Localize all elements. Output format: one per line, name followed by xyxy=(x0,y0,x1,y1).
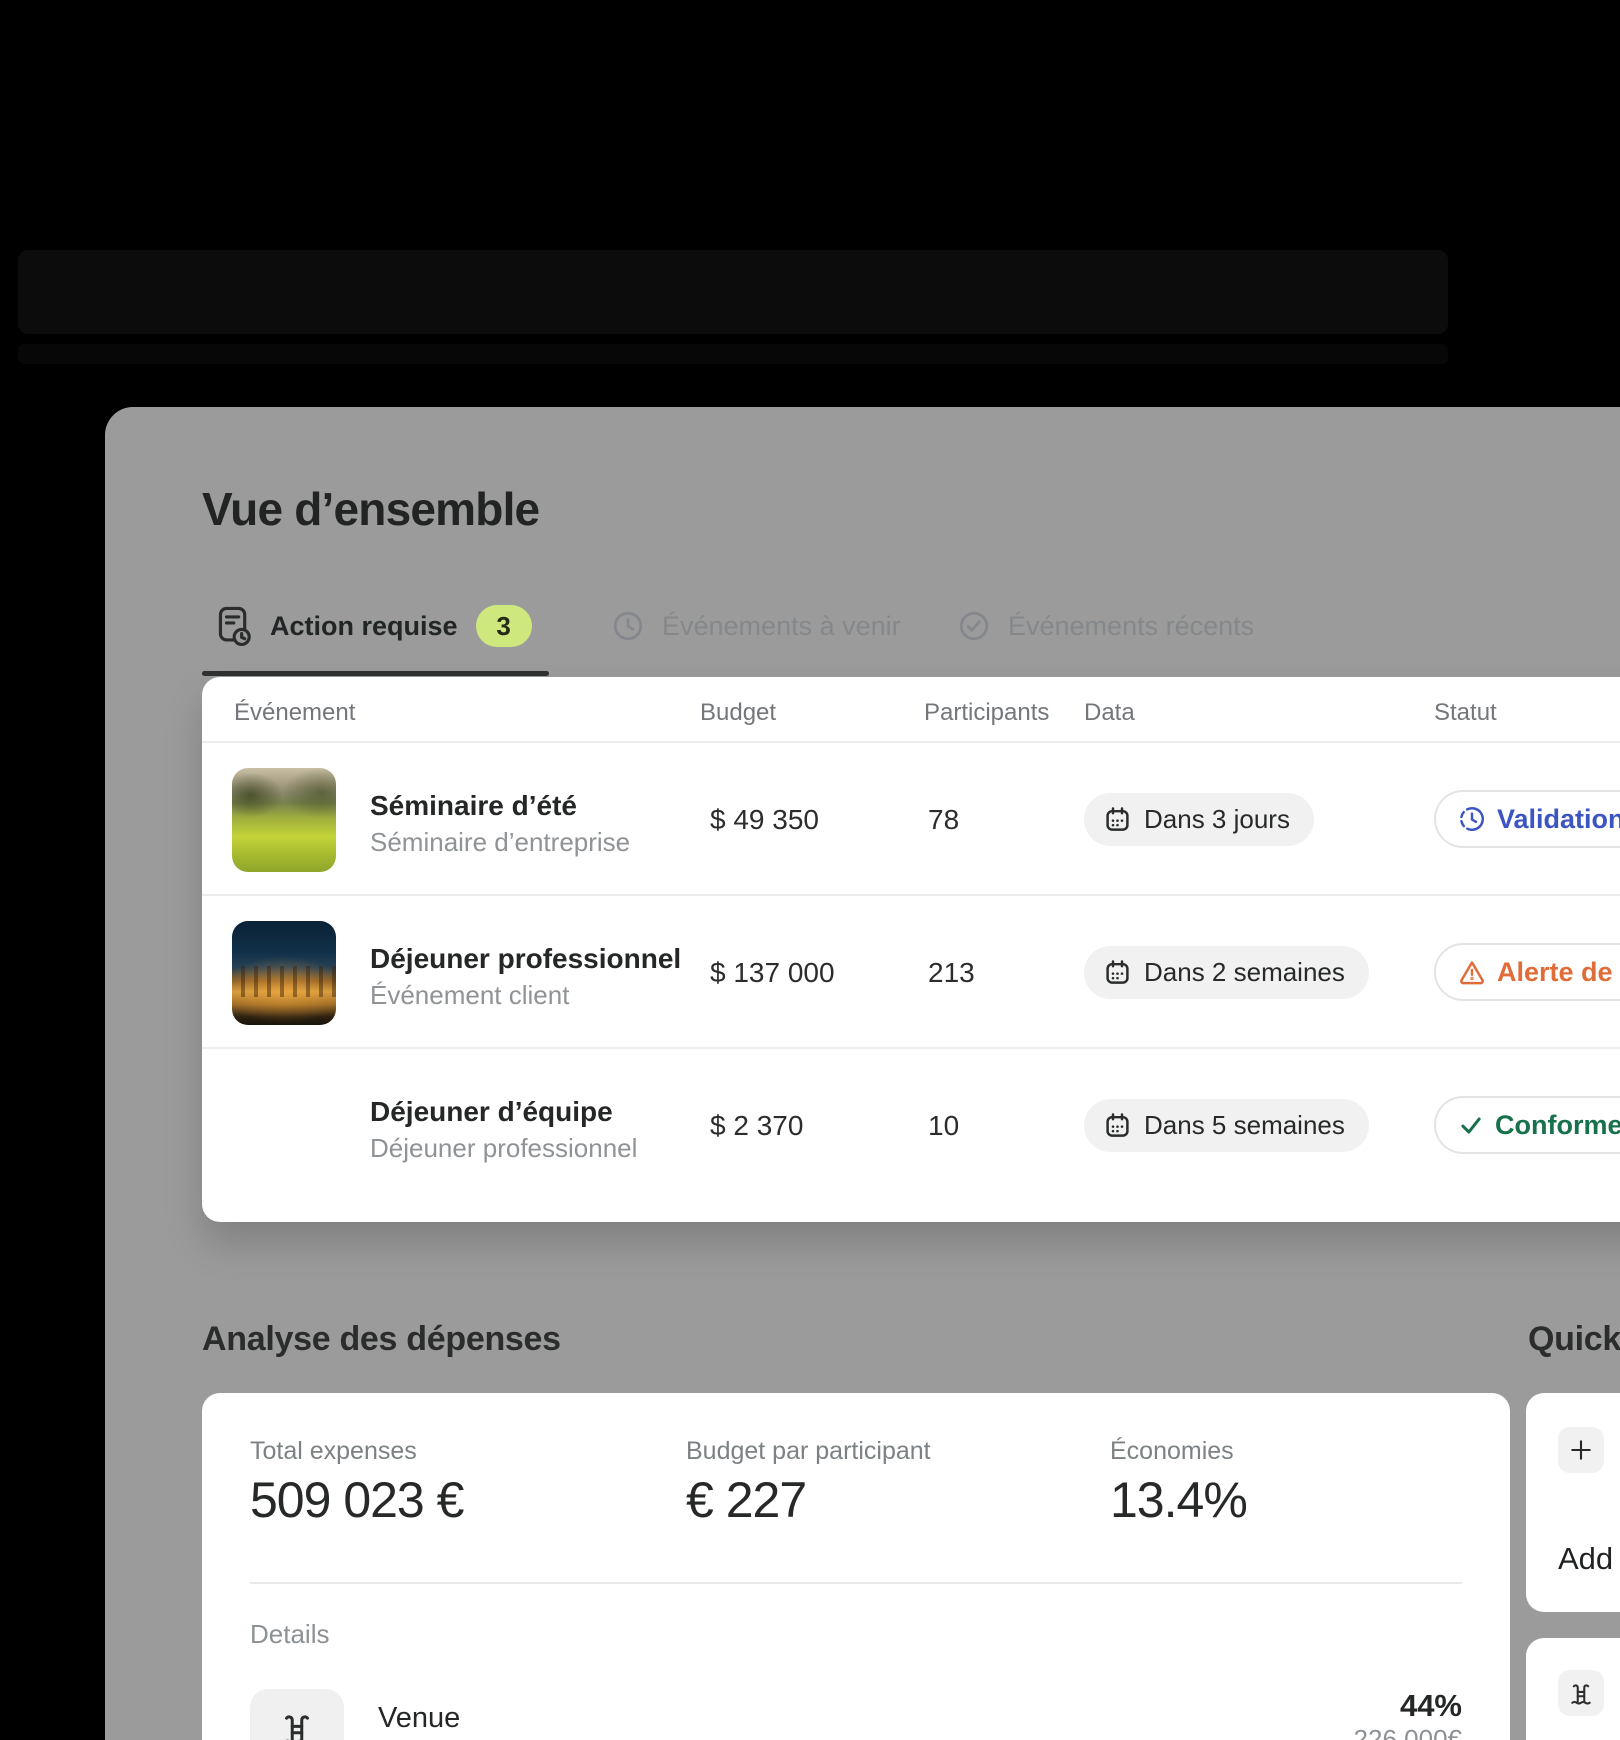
tab-evenements-recents[interactable]: Événements récents xyxy=(958,604,1254,648)
venue-icon-tile xyxy=(250,1689,344,1740)
venue-ladder-icon xyxy=(278,1709,316,1740)
event-subtitle: Déjeuner professionnel xyxy=(370,1133,637,1164)
history-clock-icon xyxy=(612,610,644,642)
document-clock-icon xyxy=(218,606,252,646)
event-date-chip: Dans 5 semaines xyxy=(1084,1099,1369,1152)
screenshot-root: Vue d’ensemble Action requise 3 Événemen… xyxy=(0,0,1620,1740)
column-header-budget: Budget xyxy=(700,699,776,727)
event-thumbnail xyxy=(232,1074,336,1178)
check-circle-icon xyxy=(958,610,990,642)
page-title: Vue d’ensemble xyxy=(202,482,539,536)
event-subtitle: Événement client xyxy=(370,980,569,1011)
tab-count-badge: 3 xyxy=(476,605,532,647)
stat-value: € 227 xyxy=(686,1471,806,1529)
quick-action-secondary-card[interactable] xyxy=(1526,1638,1620,1740)
quick-actions-heading: Quick actions xyxy=(1528,1320,1620,1359)
status-badge: Conforme xyxy=(1434,1096,1620,1154)
table-row[interactable]: Déjeuner d’équipe Déjeuner professionnel… xyxy=(202,1049,1620,1202)
details-label: Details xyxy=(250,1619,329,1650)
pool-ladder-button[interactable] xyxy=(1558,1670,1604,1716)
column-header-statut: Statut xyxy=(1434,699,1497,727)
background-ghost-shape xyxy=(18,250,1448,334)
status-badge: Alerte de dépassement xyxy=(1434,943,1620,1001)
background-ghost-shape xyxy=(18,344,1448,364)
calendar-icon xyxy=(1104,959,1131,986)
status-label: Validation requise xyxy=(1497,804,1620,835)
event-participants: 78 xyxy=(928,804,959,836)
event-date-label: Dans 3 jours xyxy=(1144,804,1290,835)
event-date-label: Dans 5 semaines xyxy=(1144,1110,1345,1141)
tab-evenements-a-venir[interactable]: Événements à venir xyxy=(612,604,901,648)
stat-value: 13.4% xyxy=(1110,1471,1247,1529)
calendar-icon xyxy=(1104,806,1131,833)
event-title: Déjeuner d’équipe xyxy=(370,1096,613,1128)
event-title: Séminaire d’été xyxy=(370,790,577,822)
detail-percent: 44% xyxy=(1400,1688,1462,1724)
column-header-event: Événement xyxy=(234,699,355,727)
tab-action-requise[interactable]: Action requise 3 xyxy=(218,604,532,648)
event-budget: $ 2 370 xyxy=(710,1110,803,1142)
stat-label: Total expenses xyxy=(250,1437,417,1466)
quick-action-add-card[interactable]: Add xyxy=(1526,1393,1620,1612)
warning-triangle-icon xyxy=(1458,958,1486,986)
tab-label: Événements à venir xyxy=(662,611,901,642)
add-button[interactable] xyxy=(1558,1427,1604,1473)
stat-label: Budget par participant xyxy=(686,1437,931,1466)
event-subtitle: Séminaire d’entreprise xyxy=(370,827,630,858)
stat-value: 509 023 € xyxy=(250,1471,463,1529)
status-label: Alerte de dépassement xyxy=(1497,957,1620,988)
check-icon xyxy=(1458,1112,1484,1138)
detail-row-venue[interactable]: Venue 44% 226 000€ xyxy=(202,1673,1510,1740)
stat-label: Économies xyxy=(1110,1437,1234,1466)
plus-icon xyxy=(1567,1436,1595,1464)
event-date-chip: Dans 3 jours xyxy=(1084,793,1314,846)
column-header-participants: Participants xyxy=(924,699,1049,727)
tab-label: Événements récents xyxy=(1008,611,1254,642)
event-date-label: Dans 2 semaines xyxy=(1144,957,1345,988)
status-label: Conforme xyxy=(1495,1110,1620,1141)
event-participants: 213 xyxy=(928,957,975,989)
active-tab-underline xyxy=(202,671,549,676)
tab-label: Action requise xyxy=(270,611,458,642)
event-date-chip: Dans 2 semaines xyxy=(1084,946,1369,999)
table-row[interactable]: Déjeuner professionnel Événement client … xyxy=(202,896,1620,1049)
quick-add-label: Add xyxy=(1558,1541,1613,1577)
status-badge: Validation requise xyxy=(1434,790,1620,848)
expenses-section-heading: Analyse des dépenses xyxy=(202,1320,561,1359)
event-budget: $ 49 350 xyxy=(710,804,819,836)
expenses-card: Total expenses 509 023 € Budget par part… xyxy=(202,1393,1510,1740)
event-participants: 10 xyxy=(928,1110,959,1142)
event-budget: $ 137 000 xyxy=(710,957,835,989)
detail-name: Venue xyxy=(378,1702,460,1735)
card-divider xyxy=(250,1582,1462,1584)
column-header-data: Data xyxy=(1084,699,1135,727)
event-thumbnail xyxy=(232,921,336,1025)
pending-clock-icon xyxy=(1458,805,1486,833)
calendar-icon xyxy=(1104,1112,1131,1139)
event-thumbnail xyxy=(232,768,336,872)
detail-amount: 226 000€ xyxy=(1354,1724,1462,1740)
event-title: Déjeuner professionnel xyxy=(370,943,681,975)
table-row[interactable]: Séminaire d’été Séminaire d’entreprise $… xyxy=(202,743,1620,896)
events-table: Événement Budget Participants Data Statu… xyxy=(202,677,1620,1222)
pool-ladder-icon xyxy=(1568,1680,1594,1706)
